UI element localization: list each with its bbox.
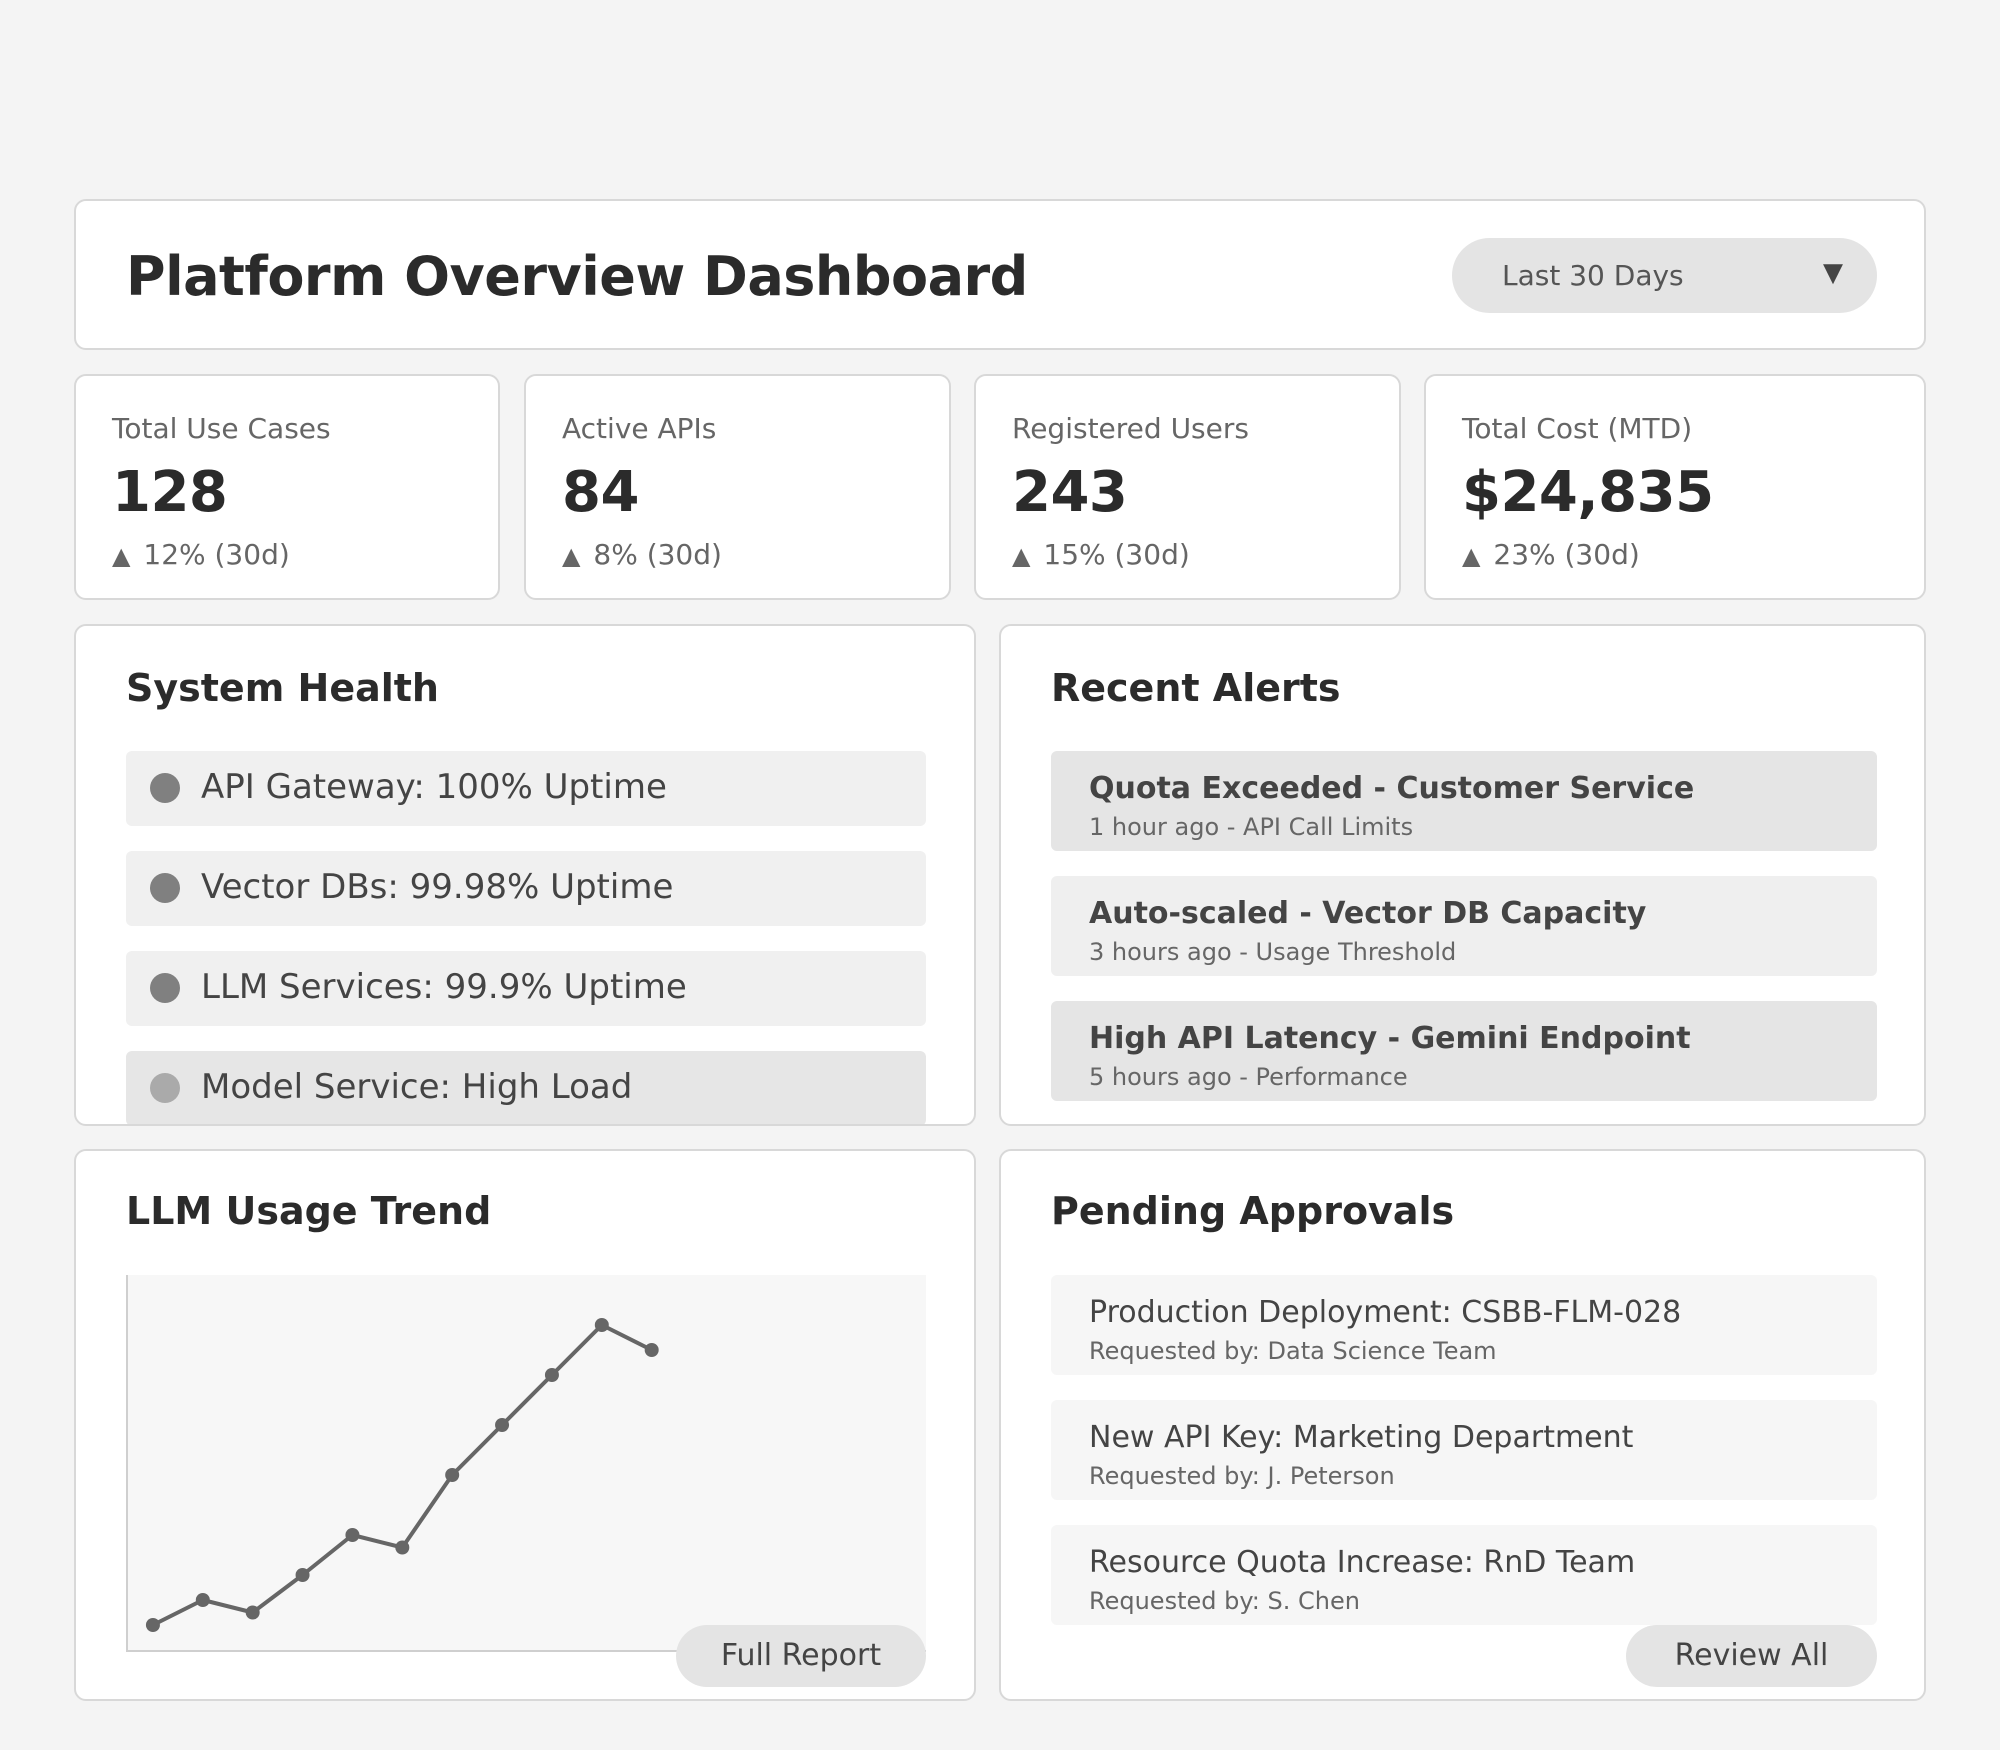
trend-up-icon: ▲ <box>562 542 581 570</box>
health-item-llm-services[interactable]: LLM Services: 99.9% Uptime <box>126 951 926 1026</box>
kpi-label: Active APIs <box>562 412 717 445</box>
kpi-card-total-cost: Total Cost (MTD) $24,835 ▲ 23% (30d) <box>1424 374 1926 600</box>
data-point[interactable] <box>495 1418 510 1432</box>
alert-meta: 3 hours ago - Usage Threshold <box>1089 938 1457 966</box>
alert-meta: 5 hours ago - Performance <box>1089 1063 1408 1091</box>
kpi-label: Total Cost (MTD) <box>1462 412 1693 445</box>
kpi-delta: ▲ 15% (30d) <box>1012 538 1190 571</box>
kpi-label: Total Use Cases <box>112 412 331 445</box>
recent-alerts-panel: Recent Alerts Quota Exceeded - Customer … <box>999 624 1926 1126</box>
panel-title: LLM Usage Trend <box>126 1189 492 1233</box>
alert-title: Auto-scaled - Vector DB Capacity <box>1089 896 1647 931</box>
data-point[interactable] <box>345 1528 360 1542</box>
panel-title: Recent Alerts <box>1051 666 1341 710</box>
approval-meta: Requested by: J. Peterson <box>1089 1462 1395 1490</box>
review-all-button[interactable]: Review All <box>1626 1625 1877 1687</box>
usage-trend-panel: LLM Usage Trend Full Report <box>74 1149 976 1701</box>
data-point[interactable] <box>445 1468 460 1482</box>
alert-item[interactable]: Quota Exceeded - Customer Service 1 hour… <box>1051 751 1877 851</box>
status-dot-icon <box>150 973 180 1003</box>
data-point[interactable] <box>245 1605 260 1620</box>
approval-title: Production Deployment: CSBB-FLM-028 <box>1089 1295 1682 1330</box>
approval-item[interactable]: New API Key: Marketing Department Reques… <box>1051 1400 1877 1500</box>
pending-approvals-panel: Pending Approvals Production Deployment:… <box>999 1149 1926 1701</box>
health-item-text: Model Service: High Load <box>201 1067 633 1107</box>
status-dot-icon <box>150 1073 180 1103</box>
alert-meta: 1 hour ago - API Call Limits <box>1089 813 1414 841</box>
approval-title: Resource Quota Increase: RnD Team <box>1089 1545 1636 1580</box>
trend-up-icon: ▲ <box>1012 542 1031 570</box>
approval-item[interactable]: Resource Quota Increase: RnD Team Reques… <box>1051 1525 1877 1625</box>
kpi-delta-text: 15% (30d) <box>1043 538 1190 571</box>
status-dot-icon <box>150 873 180 903</box>
alert-item[interactable]: High API Latency - Gemini Endpoint 5 hou… <box>1051 1001 1877 1101</box>
data-point[interactable] <box>644 1343 659 1357</box>
panel-title: Pending Approvals <box>1051 1189 1455 1233</box>
system-health-panel: System Health API Gateway: 100% Uptime V… <box>74 624 976 1126</box>
kpi-delta: ▲ 23% (30d) <box>1462 538 1640 571</box>
data-point[interactable] <box>145 1618 160 1632</box>
alert-title: Quota Exceeded - Customer Service <box>1089 771 1695 806</box>
kpi-delta: ▲ 8% (30d) <box>562 538 722 571</box>
kpi-delta-text: 23% (30d) <box>1493 538 1640 571</box>
health-item-text: Vector DBs: 99.98% Uptime <box>201 867 674 907</box>
trend-up-icon: ▲ <box>1462 542 1481 570</box>
date-range-select[interactable]: Last 30 Days ▼ <box>1452 238 1877 313</box>
kpi-value: 128 <box>112 460 228 525</box>
usage-trend-svg <box>145 1318 659 1632</box>
approval-item[interactable]: Production Deployment: CSBB-FLM-028 Requ… <box>1051 1275 1877 1375</box>
kpi-label: Registered Users <box>1012 412 1249 445</box>
full-report-button[interactable]: Full Report <box>676 1625 926 1687</box>
kpi-card-active-apis: Active APIs 84 ▲ 8% (30d) <box>524 374 951 600</box>
health-item-api-gateway[interactable]: API Gateway: 100% Uptime <box>126 751 926 826</box>
kpi-delta-text: 8% (30d) <box>593 538 722 571</box>
dashboard-header: Platform Overview Dashboard Last 30 Days… <box>74 199 1926 350</box>
health-item-model-service[interactable]: Model Service: High Load <box>126 1051 926 1124</box>
approval-title: New API Key: Marketing Department <box>1089 1420 1634 1455</box>
date-range-label: Last 30 Days <box>1502 259 1684 292</box>
panel-title: System Health <box>126 666 439 710</box>
kpi-value: 84 <box>562 460 639 525</box>
kpi-delta-text: 12% (30d) <box>143 538 290 571</box>
kpi-value: 243 <box>1012 460 1128 525</box>
kpi-delta: ▲ 12% (30d) <box>112 538 290 571</box>
usage-trend-chart <box>126 1275 926 1652</box>
kpi-card-use-cases: Total Use Cases 128 ▲ 12% (30d) <box>74 374 500 600</box>
series-line <box>152 1323 653 1627</box>
alert-item[interactable]: Auto-scaled - Vector DB Capacity 3 hours… <box>1051 876 1877 976</box>
health-item-text: LLM Services: 99.9% Uptime <box>201 967 687 1007</box>
data-point[interactable] <box>594 1318 609 1332</box>
status-dot-icon <box>150 773 180 803</box>
page-title: Platform Overview Dashboard <box>126 245 1028 308</box>
kpi-value: $24,835 <box>1462 460 1714 525</box>
data-point[interactable] <box>195 1593 210 1607</box>
chevron-down-icon: ▼ <box>1823 258 1843 288</box>
data-point[interactable] <box>295 1568 310 1582</box>
health-item-vector-dbs[interactable]: Vector DBs: 99.98% Uptime <box>126 851 926 926</box>
kpi-card-registered-users: Registered Users 243 ▲ 15% (30d) <box>974 374 1401 600</box>
approval-meta: Requested by: S. Chen <box>1089 1587 1360 1615</box>
health-item-text: API Gateway: 100% Uptime <box>201 767 667 807</box>
approval-meta: Requested by: Data Science Team <box>1089 1337 1497 1365</box>
data-point[interactable] <box>395 1540 410 1555</box>
data-point[interactable] <box>544 1368 559 1382</box>
alert-title: High API Latency - Gemini Endpoint <box>1089 1021 1691 1056</box>
trend-up-icon: ▲ <box>112 542 131 570</box>
